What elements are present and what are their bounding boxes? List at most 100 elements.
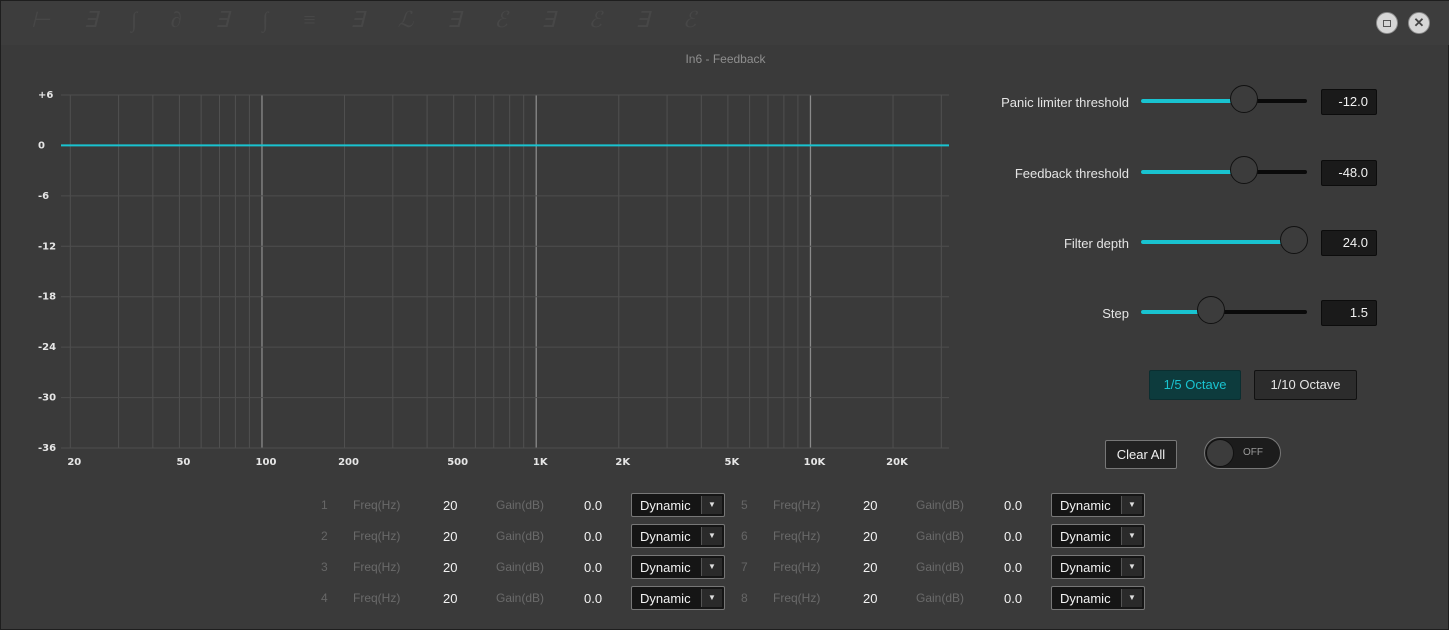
freq-value[interactable]: 20 (443, 529, 457, 544)
octave-1-5-button[interactable]: 1/5 Octave (1149, 370, 1241, 400)
x-tick-label: 2K (615, 457, 631, 468)
gain-value[interactable]: 0.0 (584, 560, 602, 575)
slider-knob[interactable] (1279, 226, 1308, 254)
panic-limiter-slider[interactable] (1141, 85, 1307, 113)
mode-value: Dynamic (1060, 529, 1111, 544)
y-tick-label: -6 (38, 191, 49, 202)
mode-value: Dynamic (640, 529, 691, 544)
clear-all-button[interactable]: Clear All (1105, 440, 1177, 469)
enable-toggle[interactable]: OFF (1204, 437, 1281, 469)
filter-row: 1 Freq(Hz) 20 Gain(dB) 0.0 Dynamic ▼ (319, 493, 725, 519)
gain-value[interactable]: 0.0 (1004, 498, 1022, 513)
y-tick-label: -36 (38, 443, 56, 454)
x-tick-label: 200 (338, 457, 359, 468)
filter-depth-value[interactable]: 24.0 (1321, 230, 1377, 256)
param-label: Step (1102, 306, 1129, 321)
mode-dropdown[interactable]: Dynamic ▼ (631, 493, 725, 517)
y-tick-label: -12 (38, 241, 56, 252)
panic-limiter-value[interactable]: -12.0 (1321, 89, 1377, 115)
y-tick-label: 0 (38, 140, 45, 151)
step-value[interactable]: 1.5 (1321, 300, 1377, 326)
gain-value[interactable]: 0.0 (1004, 560, 1022, 575)
gain-value[interactable]: 0.0 (584, 529, 602, 544)
mode-dropdown[interactable]: Dynamic ▼ (631, 524, 725, 548)
maximize-icon (1383, 19, 1391, 27)
feedback-threshold-slider[interactable] (1141, 156, 1307, 184)
gain-label: Gain(dB) (496, 498, 545, 512)
mode-value: Dynamic (640, 498, 691, 513)
filter-number: 5 (741, 498, 748, 512)
mode-value: Dynamic (1060, 591, 1111, 606)
chevron-down-icon: ▼ (701, 558, 722, 576)
mode-dropdown[interactable]: Dynamic ▼ (631, 555, 725, 579)
mode-dropdown[interactable]: Dynamic ▼ (1051, 493, 1145, 517)
feedback-threshold-value[interactable]: -48.0 (1321, 160, 1377, 186)
filter-number: 4 (321, 591, 328, 605)
chevron-down-icon: ▼ (1121, 558, 1142, 576)
mode-dropdown[interactable]: Dynamic ▼ (1051, 586, 1145, 610)
freq-value[interactable]: 20 (863, 591, 877, 606)
octave-1-10-button[interactable]: 1/10 Octave (1254, 370, 1357, 400)
x-tick-label: 5K (725, 457, 741, 468)
chevron-down-icon: ▼ (1121, 496, 1142, 514)
freq-value[interactable]: 20 (443, 498, 457, 513)
x-tick-label: 500 (447, 457, 468, 468)
close-button[interactable]: ✕ (1408, 12, 1430, 34)
chevron-down-icon: ▼ (1121, 527, 1142, 545)
chevron-down-icon: ▼ (701, 589, 722, 607)
freq-value[interactable]: 20 (863, 560, 877, 575)
chevron-down-icon: ▼ (701, 527, 722, 545)
title-bar: ⊢ ∃ ∫ ∂ ∃ ∫ ≡ ∃ ℒ ∃ ℰ ∃ ℰ ∃ ℰ ✕ (1, 1, 1449, 45)
freq-value[interactable]: 20 (443, 591, 457, 606)
y-axis-labels: +6 0 -6 -12 -18 -24 -30 -36 (38, 90, 56, 454)
filter-row: 7 Freq(Hz) 20 Gain(dB) 0.0 Dynamic ▼ (739, 555, 1149, 581)
feedback-window: ⊢ ∃ ∫ ∂ ∃ ∫ ≡ ∃ ℒ ∃ ℰ ∃ ℰ ∃ ℰ ✕ In6 - Fe… (0, 0, 1449, 630)
y-tick-label: -24 (38, 342, 56, 353)
gain-value[interactable]: 0.0 (584, 498, 602, 513)
y-tick-label: -18 (38, 292, 56, 303)
toggle-knob (1206, 439, 1234, 467)
freq-value[interactable]: 20 (863, 498, 877, 513)
freq-value[interactable]: 20 (863, 529, 877, 544)
freq-label: Freq(Hz) (353, 529, 401, 543)
freq-label: Freq(Hz) (353, 498, 401, 512)
slider-knob[interactable] (1196, 296, 1225, 324)
x-axis-labels: 20 50 100 200 500 1K 2K 5K 10K 20K (67, 457, 909, 468)
chevron-down-icon: ▼ (1121, 589, 1142, 607)
mode-dropdown[interactable]: Dynamic ▼ (1051, 555, 1145, 579)
filter-row: 2 Freq(Hz) 20 Gain(dB) 0.0 Dynamic ▼ (319, 524, 725, 550)
grid-horizontal (61, 94, 949, 449)
mode-dropdown[interactable]: Dynamic ▼ (631, 586, 725, 610)
gain-value[interactable]: 0.0 (1004, 591, 1022, 606)
y-tick-label: -30 (38, 393, 56, 404)
slider-fill (1141, 170, 1244, 174)
filter-number: 6 (741, 529, 748, 543)
chevron-down-icon: ▼ (701, 496, 722, 514)
freq-label: Freq(Hz) (353, 591, 401, 605)
mode-dropdown[interactable]: Dynamic ▼ (1051, 524, 1145, 548)
slider-knob[interactable] (1229, 156, 1258, 184)
filter-number: 8 (741, 591, 748, 605)
x-tick-label: 20 (67, 457, 81, 468)
freq-label: Freq(Hz) (773, 591, 821, 605)
x-tick-label: 10K (804, 457, 827, 468)
toggle-label: OFF (1243, 447, 1263, 458)
filter-depth-slider[interactable] (1141, 226, 1308, 254)
panel-title: In6 - Feedback (685, 52, 766, 66)
maximize-button[interactable] (1376, 12, 1398, 34)
x-tick-label: 100 (256, 457, 277, 468)
slider-knob[interactable] (1229, 85, 1258, 113)
slider-fill (1141, 99, 1244, 103)
mode-value: Dynamic (640, 560, 691, 575)
freq-value[interactable]: 20 (443, 560, 457, 575)
gain-label: Gain(dB) (496, 529, 545, 543)
step-slider[interactable] (1141, 296, 1307, 324)
eq-chart[interactable]: +6 0 -6 -12 -18 -24 -30 -36 20 50 100 200 500 1K 2K 5K… (1, 81, 961, 476)
gain-value[interactable]: 0.0 (584, 591, 602, 606)
param-label: Filter depth (1063, 236, 1129, 251)
mode-value: Dynamic (640, 591, 691, 606)
filter-row: 3 Freq(Hz) 20 Gain(dB) 0.0 Dynamic ▼ (319, 555, 725, 581)
filter-number: 1 (321, 498, 328, 512)
freq-label: Freq(Hz) (773, 498, 821, 512)
gain-value[interactable]: 0.0 (1004, 529, 1022, 544)
